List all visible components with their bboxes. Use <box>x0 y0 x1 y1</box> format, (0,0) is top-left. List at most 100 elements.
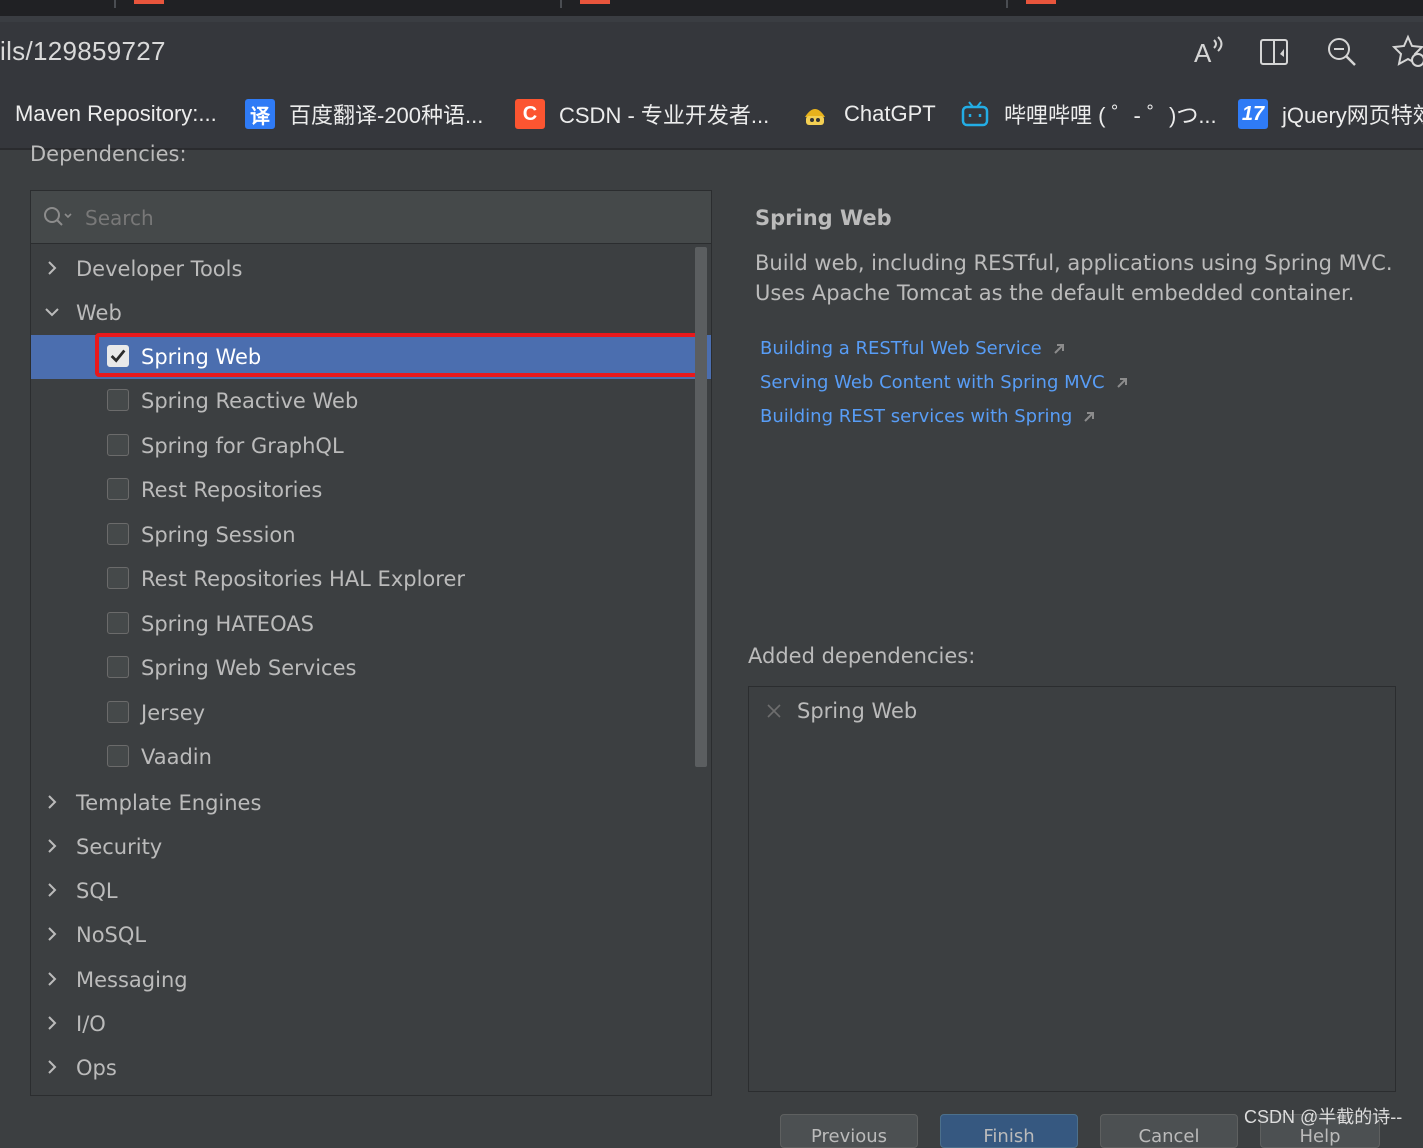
tab-favicon[interactable] <box>580 0 610 4</box>
dependency-item-spring-web-services[interactable]: Spring Web Services <box>31 646 711 690</box>
checkmark-icon <box>110 349 126 363</box>
finish-button[interactable]: Finish <box>940 1114 1078 1148</box>
watermark: CSDN @半截的诗-- <box>1244 1107 1403 1127</box>
dependency-label: Spring HATEOAS <box>141 612 314 636</box>
bookmark-bilibili[interactable]: 哔哩哔哩 ( ゜- ゜)つ... <box>960 96 1217 132</box>
dependency-label: Spring for GraphQL <box>141 434 344 458</box>
svg-text:A: A <box>1194 38 1212 68</box>
tree-scrollbar[interactable] <box>695 247 707 767</box>
chevron-down-icon[interactable] <box>43 303 61 321</box>
dependencies-label: Dependencies: <box>30 142 187 166</box>
external-link-icon <box>1084 411 1095 422</box>
jquery-site-icon: 17 <box>1238 99 1268 129</box>
chevron-right-icon[interactable] <box>43 1058 61 1076</box>
address-bar[interactable]: ils/129859727 A <box>0 22 1423 82</box>
bilibili-tv-icon <box>961 101 989 127</box>
bookmark-label: jQuery网页特效 <box>1282 103 1423 128</box>
added-dependencies-panel: Spring Web <box>748 686 1396 1092</box>
external-link-icon <box>1116 377 1127 388</box>
dependency-item-spring-reactive-web[interactable]: Spring Reactive Web <box>31 379 711 423</box>
guide-link[interactable]: Building REST services with Spring <box>760 406 1096 427</box>
checkbox[interactable] <box>107 523 129 545</box>
tree-category-label: SQL <box>76 879 118 903</box>
dependency-label: Spring Web <box>141 345 262 369</box>
dependency-item-spring-for-graphql[interactable]: Spring for GraphQL <box>31 424 711 468</box>
dependency-item-rest-repositories[interactable]: Rest Repositories <box>31 468 711 512</box>
dependency-item-vaadin[interactable]: Vaadin <box>31 735 711 779</box>
tree-category-web[interactable]: Web <box>31 291 711 335</box>
checkbox[interactable] <box>107 612 129 634</box>
tab-favicon[interactable] <box>134 0 164 4</box>
bookmark-label: ChatGPT <box>844 101 936 126</box>
new-project-dependencies-page: Dependencies: Developer Tools Web Spring… <box>0 142 1423 1148</box>
guide-link[interactable]: Building a RESTful Web Service <box>760 338 1066 359</box>
guide-link-label[interactable]: Building REST services with Spring <box>760 406 1072 427</box>
tree-category-label: I/O <box>76 1012 106 1036</box>
chevron-right-icon[interactable] <box>43 1014 61 1032</box>
url-text[interactable]: ils/129859727 <box>0 36 166 67</box>
bookmark-chatgpt[interactable]: ChatGPT <box>800 96 936 132</box>
guide-link-label[interactable]: Serving Web Content with Spring MVC <box>760 372 1105 393</box>
dependency-label: Jersey <box>141 701 206 725</box>
bookmark-jquery[interactable]: 17 jQuery网页特效 <box>1238 96 1423 132</box>
search-box[interactable] <box>31 191 711 244</box>
tree-category-label: NoSQL <box>76 923 147 947</box>
immersive-reader-icon[interactable] <box>1258 34 1294 70</box>
chevron-right-icon[interactable] <box>43 793 61 811</box>
bookmark-baidu-translate[interactable]: 译 百度翻译-200种语... <box>245 96 483 132</box>
tree-category-security[interactable]: Security <box>31 825 711 869</box>
remove-icon[interactable] <box>765 702 783 720</box>
tree-category-developer-tools[interactable]: Developer Tools <box>31 247 711 291</box>
zoom-out-icon[interactable] <box>1324 34 1360 70</box>
bookmark-maven[interactable]: Maven Repository:... <box>15 96 217 132</box>
checkbox-checked[interactable] <box>107 345 129 367</box>
checkbox[interactable] <box>107 389 129 411</box>
tree-category-nosql[interactable]: NoSQL <box>31 913 711 957</box>
dependency-item-spring-hateoas[interactable]: Spring HATEOAS <box>31 602 711 646</box>
tab-favicon[interactable] <box>1026 0 1056 4</box>
tree-category-io[interactable]: I/O <box>31 1002 711 1046</box>
guide-link-label[interactable]: Building a RESTful Web Service <box>760 338 1042 359</box>
tree-category-label: Security <box>76 835 163 859</box>
search-icon[interactable] <box>41 203 73 231</box>
tree-category-ops[interactable]: Ops <box>31 1046 711 1090</box>
dependency-label: Rest Repositories HAL Explorer <box>141 567 465 591</box>
dependency-label: Spring Session <box>141 523 296 547</box>
guide-link[interactable]: Serving Web Content with Spring MVC <box>760 372 1129 393</box>
external-link-icon <box>1054 343 1064 354</box>
dependency-item-spring-web[interactable]: Spring Web <box>31 335 711 379</box>
tree-category-label: Template Engines <box>76 791 262 815</box>
chevron-right-icon[interactable] <box>43 970 61 988</box>
cancel-button[interactable]: Cancel <box>1100 1114 1238 1148</box>
tree-category-template-engines[interactable]: Template Engines <box>31 781 711 825</box>
dependency-item-spring-session[interactable]: Spring Session <box>31 513 711 557</box>
checkbox[interactable] <box>107 745 129 767</box>
added-dependencies-label: Added dependencies: <box>748 644 976 668</box>
chevron-right-icon[interactable] <box>43 837 61 855</box>
checkbox[interactable] <box>107 567 129 589</box>
chevron-right-icon[interactable] <box>43 881 61 899</box>
dependency-label: Spring Reactive Web <box>141 389 359 413</box>
tree-category-label: Web <box>76 301 122 325</box>
tree-category-sql[interactable]: SQL <box>31 869 711 913</box>
added-dependency-label: Spring Web <box>797 699 918 723</box>
checkbox[interactable] <box>107 478 129 500</box>
checkbox[interactable] <box>107 434 129 456</box>
dependency-item-jersey[interactable]: Jersey <box>31 691 711 735</box>
tab-separator <box>114 0 116 8</box>
search-input[interactable] <box>83 203 687 233</box>
chevron-right-icon[interactable] <box>43 925 61 943</box>
dependency-item-rest-repositories-hal-explorer[interactable]: Rest Repositories HAL Explorer <box>31 557 711 601</box>
tree-category-messaging[interactable]: Messaging <box>31 958 711 1002</box>
bookmarks-bar: Maven Repository:... 译 百度翻译-200种语... C C… <box>0 82 1423 150</box>
baidu-translate-icon: 译 <box>245 99 275 129</box>
checkbox[interactable] <box>107 701 129 723</box>
chevron-right-icon[interactable] <box>43 259 61 277</box>
checkbox[interactable] <box>107 656 129 678</box>
bookmark-label: 哔哩哔哩 ( ゜- ゜)つ... <box>1004 103 1217 128</box>
tree-category-label: Ops <box>76 1056 117 1080</box>
add-favorite-icon[interactable] <box>1392 34 1423 70</box>
previous-button[interactable]: Previous <box>780 1114 918 1148</box>
read-aloud-icon[interactable]: A <box>1190 34 1226 70</box>
bookmark-csdn[interactable]: C CSDN - 专业开发者... <box>515 96 769 132</box>
